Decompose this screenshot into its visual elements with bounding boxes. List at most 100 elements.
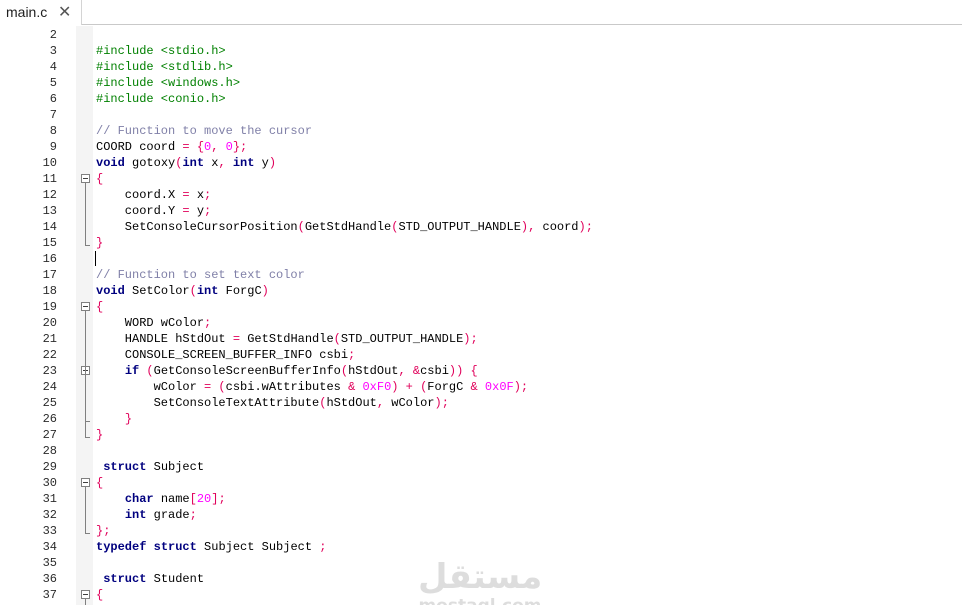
code-token: {	[470, 364, 478, 378]
code-line[interactable]: 8 // Function to move the cursor	[0, 123, 962, 139]
code-line[interactable]: 15}	[0, 235, 962, 251]
code-token: GetStdHandle	[240, 332, 334, 346]
code-text: WORD wColor;	[96, 315, 211, 331]
code-line[interactable]: 3 #include <stdio.h>	[0, 43, 962, 59]
code-token: coord	[535, 220, 579, 234]
code-line[interactable]: 27}	[0, 427, 962, 443]
code-line[interactable]: 7	[0, 107, 962, 123]
code-line[interactable]: 30 {	[0, 475, 962, 491]
line-number: 37	[42, 588, 57, 602]
code-line[interactable]: 33};	[0, 523, 962, 539]
line-number: 15	[42, 236, 57, 250]
code-token: COORD coord	[96, 140, 183, 154]
code-token: ),	[520, 220, 536, 234]
code-line[interactable]: 11 {	[0, 171, 962, 187]
code-token: 0	[225, 140, 233, 154]
code-token: (	[333, 332, 341, 346]
fold-end-marker	[85, 241, 90, 246]
line-number: 8	[49, 124, 57, 138]
code-line[interactable]: 18 void SetColor(int ForgC)	[0, 283, 962, 299]
tab-bar: main.c ✕	[0, 0, 962, 25]
file-tab-main-c[interactable]: main.c ✕	[0, 0, 82, 25]
code-token: {	[96, 300, 104, 314]
code-token: =	[232, 332, 241, 346]
code-token: );	[434, 396, 449, 410]
code-line[interactable]: 9 COORD coord = {0, 0};	[0, 139, 962, 155]
fold-toggle-icon[interactable]	[81, 174, 90, 183]
code-line[interactable]: 28	[0, 443, 962, 459]
code-text: void gotoxy(int x, int y)	[96, 155, 276, 171]
code-line[interactable]: 19 {	[0, 299, 962, 315]
code-token: int	[232, 156, 255, 170]
line-number: 34	[42, 540, 57, 554]
code-token: x	[189, 188, 205, 202]
code-token: void	[96, 284, 125, 298]
code-line[interactable]: 14 SetConsoleCursorPosition(GetStdHandle…	[0, 219, 962, 235]
code-token: char	[124, 492, 154, 506]
code-text: };	[96, 523, 110, 539]
code-text: {	[96, 475, 103, 491]
code-line[interactable]: 24 wColor = (csbi.wAttributes & 0xF0) + …	[0, 379, 962, 395]
code-line[interactable]: 23 if (GetConsoleScreenBufferInfo(hStdOu…	[0, 363, 962, 379]
code-line[interactable]: 16	[0, 251, 962, 267]
line-number: 17	[42, 268, 57, 282]
code-token: void	[96, 156, 125, 170]
code-line[interactable]: 25 SetConsoleTextAttribute(hStdOut, wCol…	[0, 395, 962, 411]
line-number: 13	[42, 204, 57, 218]
code-token: = {	[182, 140, 205, 154]
code-token: wColor	[384, 396, 435, 410]
code-line[interactable]: 32 int grade;	[0, 507, 962, 523]
code-token: csbi	[420, 364, 449, 378]
code-token: #include <windows.h>	[96, 76, 241, 90]
code-token: y	[254, 156, 269, 170]
code-text: SetConsoleTextAttribute(hStdOut, wColor)…	[96, 395, 449, 411]
code-token: typedef	[96, 540, 147, 554]
code-text: }	[96, 427, 103, 443]
line-number: 24	[42, 380, 57, 394]
code-text: coord.Y = y;	[96, 203, 211, 219]
code-line[interactable]: 21 HANDLE hStdOut = GetStdHandle(STD_OUT…	[0, 331, 962, 347]
code-line[interactable]: 2	[0, 27, 962, 43]
line-number: 36	[42, 572, 57, 586]
code-line[interactable]: 5 #include <windows.h>	[0, 75, 962, 91]
line-number: 11	[42, 172, 57, 186]
code-token: struct	[153, 540, 197, 554]
code-token: );	[578, 220, 593, 234]
line-number: 16	[42, 252, 57, 266]
code-token: Subject Subject	[196, 540, 320, 554]
code-line[interactable]: 17 // Function to set text color	[0, 267, 962, 283]
code-text: {	[96, 171, 103, 187]
code-line[interactable]: 29 struct Subject	[0, 459, 962, 475]
code-token: GetStdHandle	[304, 220, 392, 234]
code-line[interactable]: 10 void gotoxy(int x, int y)	[0, 155, 962, 171]
code-line[interactable]: 31 char name[20];	[0, 491, 962, 507]
code-line[interactable]: 12 coord.X = x;	[0, 187, 962, 203]
code-token: 0x0F	[484, 380, 514, 394]
code-token: [	[189, 492, 197, 506]
code-token: if	[124, 364, 140, 378]
code-token: , &	[398, 364, 421, 378]
close-icon[interactable]: ✕	[58, 2, 71, 22]
code-line[interactable]: 34 typedef struct Subject Subject ;	[0, 539, 962, 555]
code-line[interactable]: 13 coord.Y = y;	[0, 203, 962, 219]
code-token: ))	[448, 364, 464, 378]
code-line[interactable]: 26 }	[0, 411, 962, 427]
line-number: 2	[49, 28, 57, 42]
code-text: int grade;	[96, 507, 197, 523]
code-line[interactable]: 20 WORD wColor;	[0, 315, 962, 331]
code-line[interactable]: 6 #include <conio.h>	[0, 91, 962, 107]
code-editor[interactable]: 2 3 #include <stdio.h> 4 #include <stdlib.h>…	[0, 26, 962, 605]
code-token: csbi.wAttributes	[225, 380, 349, 394]
tab-title[interactable]: main.c	[6, 4, 47, 20]
code-token: hStdOut	[348, 364, 399, 378]
code-token: };	[232, 140, 248, 154]
fold-toggle-icon[interactable]	[81, 302, 90, 311]
line-number: 12	[42, 188, 57, 202]
code-line[interactable]: 22 CONSOLE_SCREEN_BUFFER_INFO csbi;	[0, 347, 962, 363]
code-line[interactable]: 4 #include <stdlib.h>	[0, 59, 962, 75]
code-token: )	[261, 284, 269, 298]
line-number: 3	[49, 44, 57, 58]
fold-toggle-icon[interactable]	[81, 590, 90, 599]
fold-toggle-icon[interactable]	[81, 478, 90, 487]
